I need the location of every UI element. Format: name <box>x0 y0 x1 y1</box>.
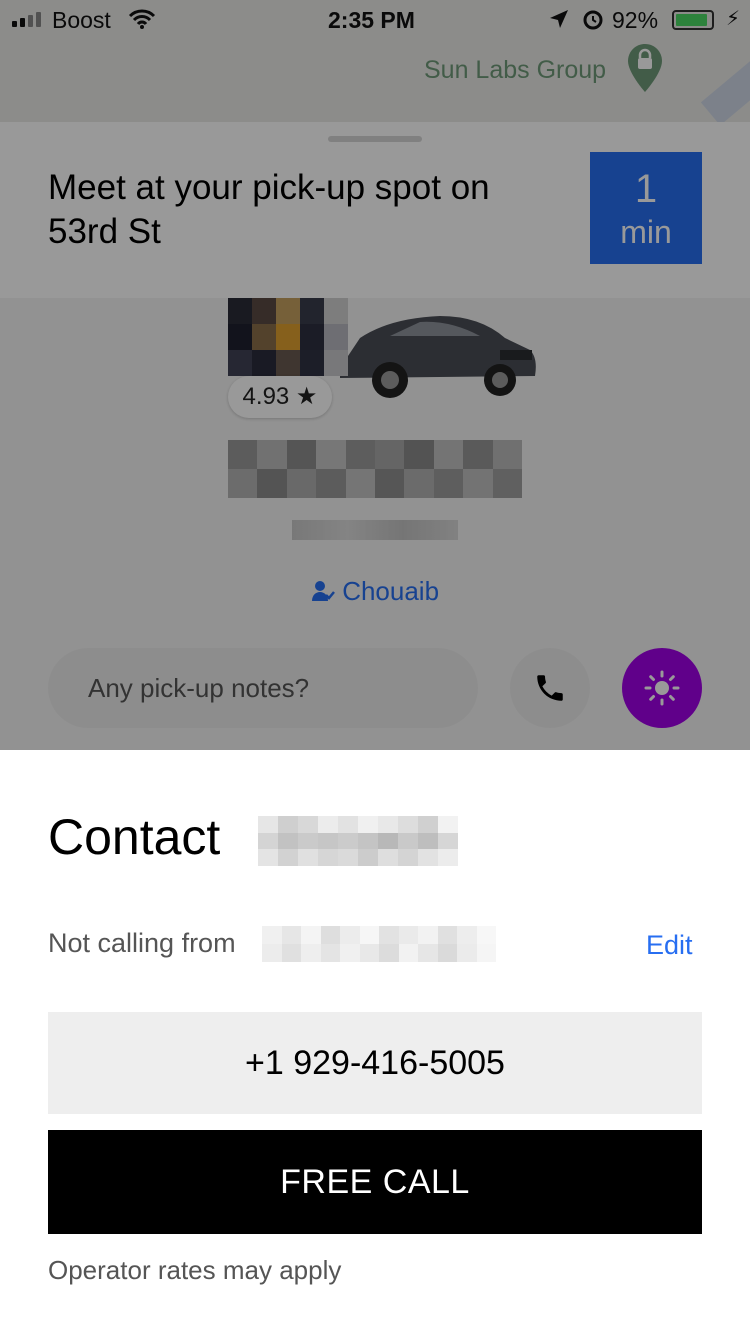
contact-title: Contact <box>48 809 221 865</box>
operator-rates-note: Operator rates may apply <box>48 1255 342 1285</box>
contact-sheet: Contact Not calling from Edit +1 929-416… <box>0 750 750 1334</box>
driver-phone-number[interactable]: +1 929-416-5005 <box>48 1012 702 1114</box>
not-calling-from-label: Not calling from <box>48 928 236 958</box>
caller-number-blurred <box>262 926 496 962</box>
modal-dim-overlay[interactable] <box>0 0 750 750</box>
free-call-button[interactable]: FREE CALL <box>48 1130 702 1234</box>
contact-name-blurred <box>258 816 458 866</box>
trip-screen-background: Sun Labs Group Boost 2:35 PM 92% ⚡ Meet … <box>0 0 750 750</box>
edit-number-link[interactable]: Edit <box>646 930 693 961</box>
